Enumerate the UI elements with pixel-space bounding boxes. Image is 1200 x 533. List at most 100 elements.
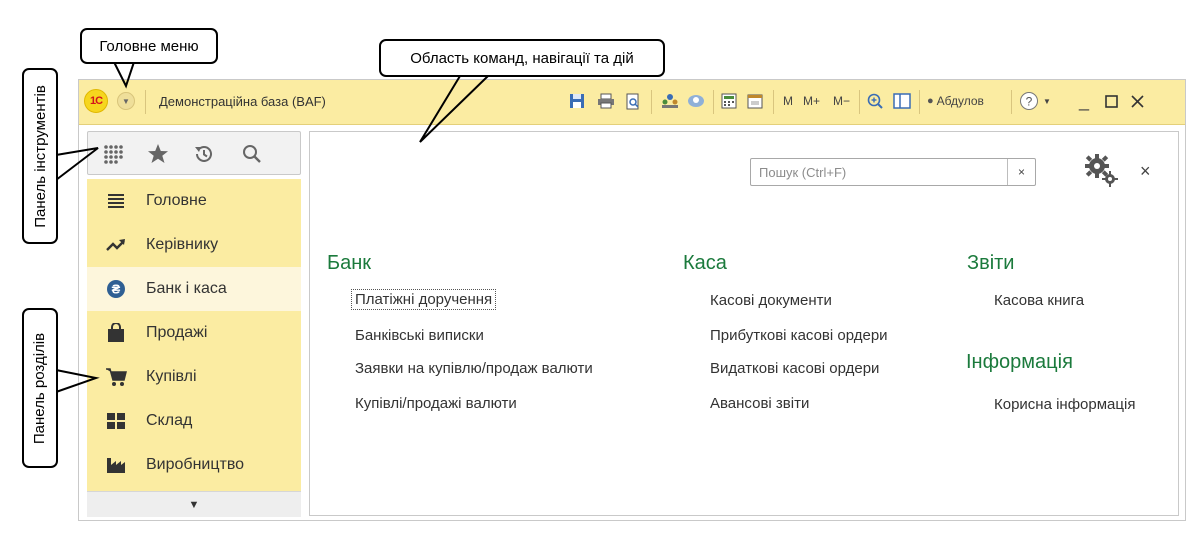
section-item-production[interactable]: Виробництво [87,443,301,487]
section-label: Продажі [146,324,208,341]
calculator-button[interactable] [721,90,737,112]
calendar-icon [747,94,763,109]
section-label: Головне [146,192,207,209]
trend-icon [105,234,127,256]
section-item-warehouse[interactable]: Склад [87,399,301,443]
callout-main-menu-text: Головне меню [99,37,199,55]
main-menu-button[interactable]: ▼ [117,92,135,110]
section-item-manager[interactable]: Керівнику [87,223,301,267]
section-label: Керівнику [146,236,219,253]
history-icon [195,145,212,162]
app-logo[interactable]: 1С [84,89,108,113]
callout-commands-area-text: Область команд, навігації та дій [410,49,634,67]
save-button[interactable] [569,90,585,112]
users-button[interactable] [661,90,679,112]
group-title-reports: Звіти [967,252,1015,274]
tools-panel [87,131,301,175]
group-title-info: Інформація [966,351,1073,373]
close-icon [1131,94,1144,108]
calculator-icon [721,93,737,109]
callout-commands-area: Область команд, навігації та дій [379,39,665,77]
title-bar: 1С ▼ Демонстраційна база (BAF) M M+ M− ●… [79,80,1185,125]
command-link[interactable]: Платіжні доручення [351,289,497,310]
chevron-down-icon: ▼ [122,96,130,106]
gear-icon [1085,154,1118,187]
minimize-icon: _ [1079,90,1090,111]
maximize-button[interactable] [1105,90,1118,112]
command-link[interactable]: Купівлі/продажі валюти [355,395,517,412]
callout-tools-panel-text: Панель інструментів [31,84,49,228]
command-link[interactable]: Касова книга [994,292,1084,309]
help-icon: ? [1020,92,1038,110]
memory-minus-button[interactable]: M− [833,90,850,112]
command-link[interactable]: Видаткові касові ордери [710,360,879,377]
svg-text:₴: ₴ [112,282,121,297]
command-link[interactable]: Прибуткові касові ордери [710,327,888,344]
command-link[interactable]: Банківські виписки [355,327,484,344]
section-item-sales[interactable]: Продажі [87,311,301,355]
zoom-button[interactable] [867,90,884,112]
command-link[interactable]: Авансові звіти [710,395,809,412]
panels-icon [893,93,911,109]
minimize-button[interactable]: _ [1079,90,1089,112]
window-close-button[interactable] [1131,90,1144,112]
cart-icon [105,366,127,388]
maximize-icon [1105,94,1118,108]
search-input[interactable]: Пошук (Ctrl+F) × [750,158,1036,186]
memory-button[interactable]: M [783,90,793,112]
chevron-down-icon: ▼ [1043,96,1051,106]
currency-icon: ₴ [105,278,127,300]
grid-menu-icon [104,145,123,164]
print-preview-button[interactable] [625,90,641,112]
section-label: Банк і каса [146,280,227,297]
search-clear-button[interactable]: × [1007,159,1035,185]
user-icon: ● [927,95,934,107]
callout-sections-panel-text: Панель розділів [31,332,49,444]
svg-text:?: ? [1026,95,1033,109]
callout-sections-panel: Панель розділів [22,308,58,468]
help-button[interactable]: ? ▼ [1019,90,1051,112]
group-title-bank: Банк [327,252,372,274]
print-button[interactable] [597,90,615,112]
preview-icon [626,93,639,109]
section-item-main[interactable]: Головне [87,179,301,223]
user-menu[interactable]: ● Абдулов [927,90,984,112]
star-icon [148,144,168,163]
app-window: 1С ▼ Демонстраційна база (BAF) M M+ M− ●… [78,79,1186,521]
command-link[interactable]: Касові документи [710,292,832,309]
calendar-button[interactable] [747,90,763,112]
shopping-bag-icon [105,322,127,344]
command-link[interactable]: Заявки на купівлю/продаж валюти [355,360,593,377]
user-name: Абдулов [936,94,984,108]
app-title: Демонстраційна база (BAF) [159,94,326,109]
section-label: Виробництво [146,456,245,473]
memory-plus-button[interactable]: M+ [803,90,820,112]
callout-tools-panel: Панель інструментів [22,68,58,244]
mail-icon [688,95,704,107]
sections-scroll-down[interactable]: ▼ [87,491,301,517]
section-item-purchases[interactable]: Купівлі [87,355,301,399]
history-button[interactable] [191,141,217,167]
section-label: Купівлі [146,368,197,385]
sections-panel: Головне Керівнику ₴ Банк і каса Продажі … [87,179,301,517]
close-panel-button[interactable]: × [1140,161,1151,182]
search-tool-button[interactable] [239,141,265,167]
users-icon [662,94,678,108]
panels-button[interactable] [893,90,911,112]
save-icon [570,94,584,108]
commands-area: Пошук (Ctrl+F) × × Банк Платіжні доручен… [309,131,1179,516]
settings-button[interactable] [1084,153,1118,192]
chevron-down-icon: ▼ [188,498,200,511]
callout-main-menu: Головне меню [80,28,218,64]
factory-icon [105,454,127,476]
search-placeholder: Пошук (Ctrl+F) [759,165,847,180]
zoom-in-icon [867,93,883,109]
search-icon [243,145,261,163]
section-item-bank-cash[interactable]: ₴ Банк і каса [87,267,301,311]
favorites-button[interactable] [145,141,171,167]
mail-button[interactable] [687,90,705,112]
section-label: Склад [146,412,193,429]
command-link[interactable]: Корисна інформація [994,396,1135,413]
warehouse-icon [105,410,127,432]
all-functions-button[interactable] [100,141,126,167]
